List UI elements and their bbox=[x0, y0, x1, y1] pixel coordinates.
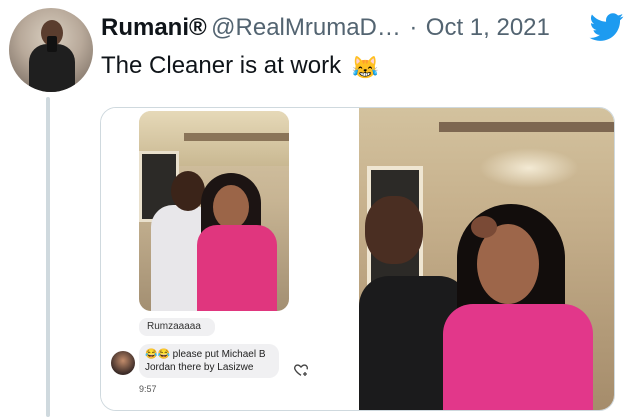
message-avatar bbox=[111, 351, 135, 375]
message-bubble: 😂😂 please put Michael B Jordan there by … bbox=[139, 344, 279, 378]
tweet-date[interactable]: Oct 1, 2021 bbox=[426, 14, 550, 41]
profile-avatar[interactable] bbox=[9, 8, 93, 92]
twitter-bird-icon[interactable] bbox=[587, 10, 627, 44]
photo-girl-face bbox=[213, 185, 249, 229]
message-time: 9:57 bbox=[139, 384, 157, 394]
photo-boy-head bbox=[171, 171, 205, 211]
right-photo-light bbox=[479, 148, 579, 188]
right-photo-shelf bbox=[439, 122, 614, 132]
right-photo-hand bbox=[471, 216, 497, 238]
user-handle[interactable]: @RealMrumaD… bbox=[211, 14, 401, 41]
chat-photo bbox=[139, 111, 289, 311]
laughing-cat-emoji: 😹 bbox=[351, 55, 380, 80]
avatar-phone bbox=[47, 36, 57, 52]
photo-girl-body bbox=[197, 225, 277, 311]
right-photo-man-head bbox=[365, 196, 423, 264]
tweet-media[interactable]: Rumzaaaaa 😂😂 please put Michael B Jordan… bbox=[100, 107, 615, 411]
media-image-right[interactable] bbox=[359, 108, 614, 410]
right-photo-woman-body bbox=[443, 304, 593, 410]
tweet-header: Rumani® @RealMrumaD… · Oct 1, 2021 bbox=[101, 14, 623, 46]
photo-shelf bbox=[184, 133, 289, 141]
media-image-left[interactable]: Rumzaaaaa 😂😂 please put Michael B Jordan… bbox=[101, 108, 359, 410]
separator-dot: · bbox=[409, 14, 418, 41]
thread-line bbox=[46, 97, 50, 417]
reply-bubble: Rumzaaaaa bbox=[139, 318, 215, 336]
tweet-text-content: The Cleaner is at work bbox=[101, 52, 342, 79]
react-heart-icon bbox=[294, 364, 308, 376]
tweet-text: The Cleaner is at work 😹 bbox=[101, 52, 379, 81]
display-name[interactable]: Rumani® bbox=[101, 14, 207, 41]
